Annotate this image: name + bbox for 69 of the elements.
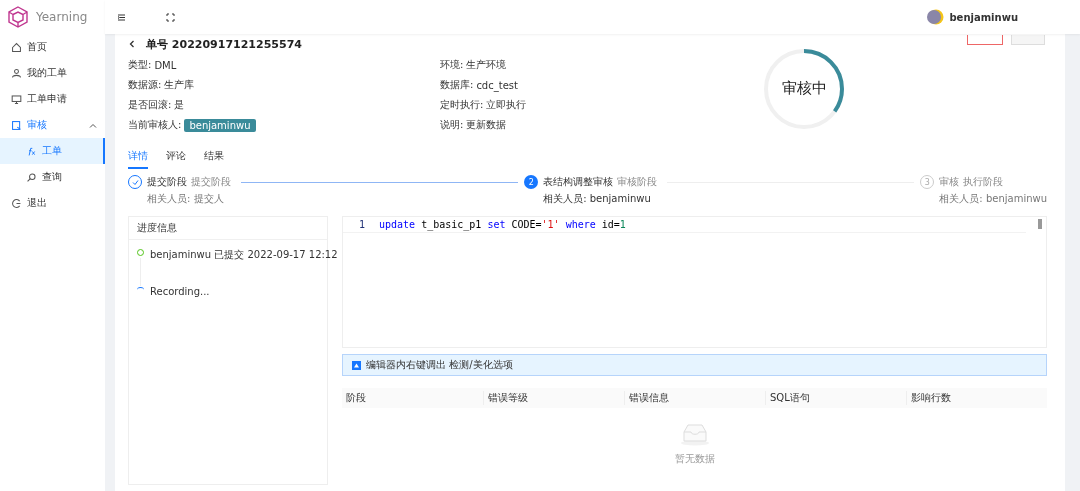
code-line: update t_basic_p1 set CODE='1' where id=1: [379, 219, 626, 230]
field-label: 数据源:: [128, 78, 162, 92]
field-label: 环境:: [440, 58, 464, 72]
step-number: 2: [524, 175, 539, 189]
field-value: 立即执行: [486, 98, 527, 112]
step-people: 相关人员: benjaminwu: [543, 192, 652, 206]
app-name: Yearning: [36, 10, 88, 24]
step-people: 相关人员: benjaminwu: [939, 192, 1047, 206]
step-subtitle: 执行阶段: [963, 175, 1004, 189]
column-header: 错误信息: [624, 391, 765, 405]
field-label: 类型:: [128, 58, 152, 72]
column-header: 错误等级: [483, 391, 624, 405]
tab[interactable]: 评论: [166, 149, 186, 167]
step-subtitle: 审核阶段: [617, 175, 658, 189]
scrollbar-thumb[interactable]: [1038, 219, 1042, 229]
sidebar-item[interactable]: 工单: [0, 138, 105, 164]
user-name[interactable]: benjaminwu: [949, 11, 1018, 23]
search-icon: [26, 171, 37, 183]
sidebar-item[interactable]: 工单申请: [0, 86, 105, 112]
timeline-text: Recording...: [150, 286, 210, 297]
field-label: 数据库:: [440, 78, 474, 92]
chevron-up-icon: [89, 121, 97, 129]
step-subtitle: 提交阶段: [191, 175, 231, 189]
field-value: DML: [154, 59, 177, 71]
cube-logo-icon: [6, 5, 30, 29]
field-value: 更新数据: [466, 118, 507, 132]
step-title: 审核: [939, 175, 960, 189]
step-people: 相关人员: 提交人: [147, 192, 225, 206]
field-label: 说明:: [440, 118, 464, 132]
alert-text: 编辑器内右键调出 检测/美化选项: [366, 358, 513, 372]
order-title: 单号 20220917121255574: [146, 36, 302, 52]
sidebar-item[interactable]: 我的工单: [0, 60, 105, 86]
function-icon: [26, 145, 37, 157]
field-label: 定时执行:: [440, 98, 484, 112]
user-icon: [11, 67, 22, 79]
menu-fold-icon[interactable]: [117, 12, 126, 22]
step-title: 提交阶段: [147, 175, 187, 189]
reject-button[interactable]: [967, 35, 1003, 45]
fullscreen-icon[interactable]: [166, 12, 175, 22]
tab[interactable]: 详情: [128, 149, 148, 169]
sidebar-item[interactable]: 退出: [0, 190, 105, 216]
avatar-icon[interactable]: [926, 8, 945, 26]
field-value: 生产库: [164, 78, 195, 92]
code-editor[interactable]: 1 update t_basic_p1 set CODE='1' where id=1: [342, 216, 1047, 348]
column-header: SQL语句: [765, 391, 906, 405]
field-label: 当前审核人:: [128, 118, 182, 132]
home-icon: [11, 41, 22, 53]
column-header: 影响行数: [906, 391, 1047, 405]
document-icon: [11, 119, 22, 131]
field-value: cdc_test: [476, 79, 518, 91]
logout-icon: [11, 197, 22, 209]
field-value: 是: [174, 98, 185, 112]
column-header: 阶段: [345, 391, 367, 405]
line-number: 1: [357, 219, 366, 230]
status-label: 审核中: [780, 79, 828, 98]
sidebar-item[interactable]: 首页: [0, 34, 105, 60]
empty-text: 暂无数据: [674, 452, 715, 466]
empty-inbox-icon: [679, 422, 710, 446]
step-title: 表结构调整审核: [543, 175, 614, 189]
field-value: 生产环境: [466, 58, 507, 72]
info-icon: [352, 360, 361, 370]
panel-title: 进度信息: [129, 217, 327, 240]
monitor-icon: [11, 93, 22, 105]
sidebar-item[interactable]: 查询: [0, 164, 105, 190]
tab[interactable]: 结果: [204, 149, 224, 167]
timeline-text: benjaminwu 已提交 2022-09-17 12:12: [150, 248, 338, 262]
sidebar-item[interactable]: 审核: [0, 112, 105, 138]
reviewer-tag: benjaminwu: [184, 118, 256, 132]
field-label: 是否回滚:: [128, 98, 172, 112]
